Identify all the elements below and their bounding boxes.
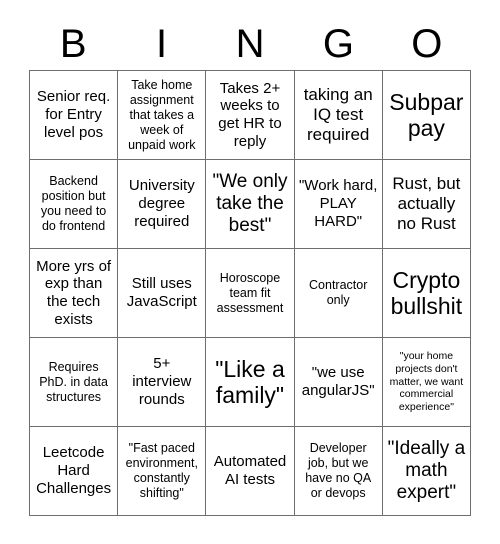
- bingo-cell-i3[interactable]: Still uses JavaScript: [118, 249, 207, 338]
- bingo-cell-label: University degree required: [128, 177, 195, 230]
- bingo-header-row: B I N G O: [29, 18, 471, 70]
- bingo-cell-label: 5+ interview rounds: [132, 355, 192, 408]
- header-letter-o: O: [411, 22, 443, 66]
- bingo-cell-label: taking an IQ test required: [303, 85, 373, 144]
- header-letter-g: G: [322, 22, 354, 66]
- bingo-cell-b3[interactable]: More yrs of exp than the tech exists: [30, 249, 119, 338]
- bingo-cell-label: Crypto bullshit: [390, 266, 463, 319]
- bingo-cell-label: "Ideally a math expert": [387, 437, 466, 504]
- bingo-cell-n4[interactable]: "Like a family": [206, 338, 295, 427]
- bingo-cell-label: Still uses JavaScript: [126, 275, 197, 310]
- bingo-cell-b2[interactable]: Backend position but you need to do fron…: [30, 160, 119, 249]
- bingo-cell-label: "we use angularJS": [301, 364, 375, 399]
- bingo-cell-b1[interactable]: Senior req. for Entry level pos: [30, 71, 119, 160]
- bingo-cell-o2[interactable]: Rust, but actually no Rust: [382, 160, 471, 249]
- header-letter-i: I: [156, 22, 168, 66]
- bingo-cell-b5[interactable]: Leetcode Hard Challenges: [30, 427, 119, 516]
- header-letter-b: B: [59, 22, 87, 66]
- bingo-grid: Senior req. for Entry level pos Take hom…: [29, 70, 471, 516]
- bingo-cell-o5[interactable]: "Ideally a math expert": [382, 427, 471, 516]
- bingo-cell-i4[interactable]: 5+ interview rounds: [118, 338, 207, 427]
- bingo-cell-label: Subpar pay: [389, 88, 464, 141]
- bingo-cell-i1[interactable]: Take home assignment that takes a week o…: [118, 71, 207, 160]
- bingo-cell-i2[interactable]: University degree required: [118, 160, 207, 249]
- bingo-cell-label: Automated AI tests: [213, 453, 287, 488]
- bingo-cell-g5[interactable]: Developer job, but we have no QA or devo…: [294, 427, 383, 516]
- bingo-cell-n5[interactable]: Automated AI tests: [206, 427, 295, 516]
- bingo-cell-label: Backend position but you need to do fron…: [40, 174, 107, 233]
- bingo-cell-label: Takes 2+ weeks to get HR to reply: [218, 79, 282, 150]
- bingo-cell-g1[interactable]: taking an IQ test required: [294, 71, 383, 160]
- bingo-cell-label: Contractor only: [309, 278, 368, 307]
- bingo-cell-b4[interactable]: Requires PhD. in data structures: [30, 338, 119, 427]
- bingo-cell-label: Senior req. for Entry level pos: [36, 88, 111, 141]
- bingo-card: B I N G O Senior req. for Entry level po…: [0, 0, 500, 544]
- bingo-cell-label: "Work hard, PLAY HARD": [298, 177, 378, 230]
- bingo-cell-label: Take home assignment that takes a week o…: [128, 77, 196, 152]
- bingo-cell-g2[interactable]: "Work hard, PLAY HARD": [294, 160, 383, 249]
- bingo-cell-label: Requires PhD. in data structures: [39, 359, 108, 404]
- bingo-cell-o4[interactable]: "your home projects don't matter, we wan…: [382, 338, 471, 427]
- bingo-cell-label: Rust, but actually no Rust: [392, 174, 461, 233]
- bingo-cell-label: More yrs of exp than the tech exists: [36, 257, 112, 328]
- bingo-cell-n1[interactable]: Takes 2+ weeks to get HR to reply: [206, 71, 295, 160]
- bingo-cell-o1[interactable]: Subpar pay: [382, 71, 471, 160]
- bingo-cell-g3[interactable]: Contractor only: [294, 249, 383, 338]
- bingo-cell-label: Developer job, but we have no QA or devo…: [305, 441, 372, 500]
- header-letter-n: N: [235, 22, 265, 66]
- bingo-cell-o3[interactable]: Crypto bullshit: [382, 249, 471, 338]
- bingo-cell-i5[interactable]: "Fast paced environment, constantly shif…: [118, 427, 207, 516]
- bingo-cell-n3[interactable]: Horoscope team fit assessment: [206, 249, 295, 338]
- bingo-cell-label: Leetcode Hard Challenges: [36, 444, 112, 497]
- bingo-cell-label: Horoscope team fit assessment: [216, 270, 284, 315]
- bingo-cell-g4[interactable]: "we use angularJS": [294, 338, 383, 427]
- bingo-cell-label: "We only take the best": [212, 170, 288, 237]
- bingo-cell-label: "Like a family": [215, 355, 285, 408]
- bingo-cell-label: "your home projects don't matter, we wan…: [389, 350, 464, 414]
- bingo-cell-n2[interactable]: "We only take the best": [206, 160, 295, 249]
- bingo-cell-label: "Fast paced environment, constantly shif…: [125, 441, 198, 500]
